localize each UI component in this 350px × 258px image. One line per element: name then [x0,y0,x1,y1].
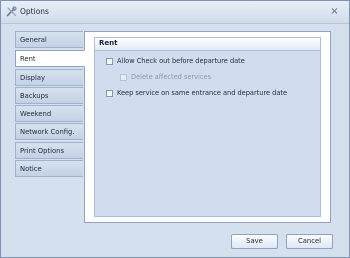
allow-checkout-label: Allow Check out before departure date [117,57,245,65]
tab-notice[interactable]: Notice [15,160,83,177]
tab-print-options[interactable]: Print Options [15,142,83,159]
tab-general[interactable]: General [15,31,83,48]
rent-panel: Rent Allow Check out before departure da… [84,31,331,223]
tab-network-config[interactable]: Network Config. [15,123,83,140]
title-bar[interactable]: Options × [1,1,349,24]
panel-title: Rent [99,39,118,47]
window-title: Options [20,7,49,16]
tab-weekend[interactable]: Weekend [15,105,83,122]
tools-icon [6,6,17,17]
keep-service-label: Keep service on same entrance and depart… [117,89,288,97]
delete-services-label: Delete affected services [131,73,212,81]
cancel-button[interactable]: Cancel [286,234,333,249]
close-icon[interactable]: × [328,5,341,18]
rent-group: Rent Allow Check out before departure da… [94,37,321,217]
keep-service-checkbox[interactable] [106,90,113,97]
options-window: Options × General Rent Display Backups W… [0,0,350,258]
panel-header: Rent [95,38,320,51]
allow-checkout-checkbox[interactable] [106,58,113,65]
tab-rent[interactable]: Rent [15,50,85,67]
delete-services-checkbox [120,74,127,81]
save-button[interactable]: Save [231,234,278,249]
tab-backups[interactable]: Backups [15,87,83,104]
tab-display[interactable]: Display [15,69,83,86]
